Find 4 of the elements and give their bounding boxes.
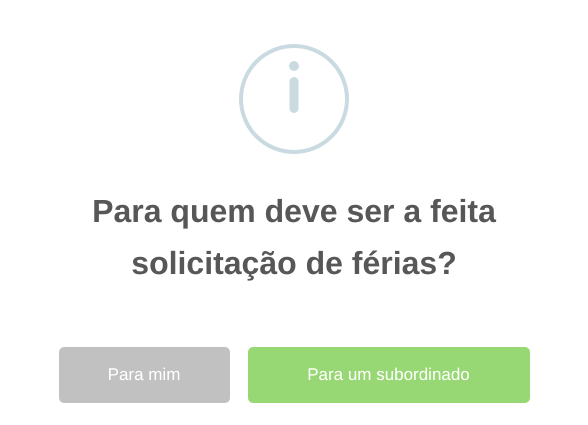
info-icon [238, 43, 350, 155]
cancel-button[interactable]: Para mim [58, 347, 230, 403]
confirm-button[interactable]: Para um subordinado [248, 347, 530, 403]
dialog-title: Para quem deve ser a feita solicitação de férias? [91, 192, 498, 283]
